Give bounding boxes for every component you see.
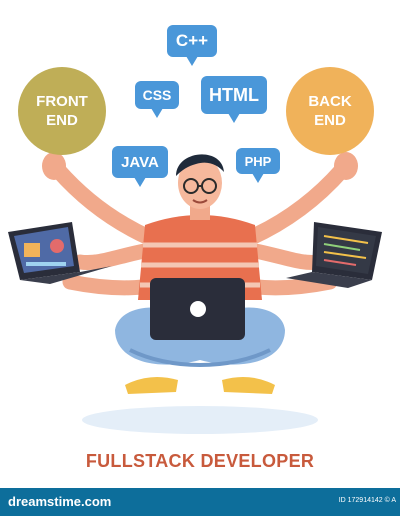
left-shoe <box>125 376 178 394</box>
right-shoe <box>222 376 275 394</box>
java-bubble: JAVA <box>112 146 168 187</box>
css-bubble: CSS <box>135 81 179 118</box>
back-end-line2: END <box>314 112 346 129</box>
page-title: FULLSTACK DEVELOPER <box>85 451 315 471</box>
front-end-line1: FRONT <box>36 93 88 110</box>
back-end-line1: BACK <box>308 93 352 110</box>
apple-like-logo <box>190 301 206 317</box>
html-bubble: HTML <box>201 76 267 123</box>
floor-shadow <box>82 406 318 434</box>
watermark-footer: dreamstime.com ID 172914142 © A <box>0 488 400 516</box>
php-bubble: PHP <box>236 148 280 183</box>
left-laptop <box>8 222 112 284</box>
illustration: FRONT END BACK END C++ CSS HTML JAVA PHP… <box>0 0 400 516</box>
right-raised-hand <box>334 152 358 180</box>
front-end-line2: END <box>46 112 78 129</box>
back-end-badge: BACK END <box>286 67 374 155</box>
cpp-bubble: C++ <box>167 25 217 66</box>
front-end-badge: FRONT END <box>18 67 106 155</box>
image-id-text: ID 172914142 © A <box>338 497 396 504</box>
brand-text: dreamstime.com <box>8 494 112 509</box>
left-raised-hand <box>42 152 66 180</box>
